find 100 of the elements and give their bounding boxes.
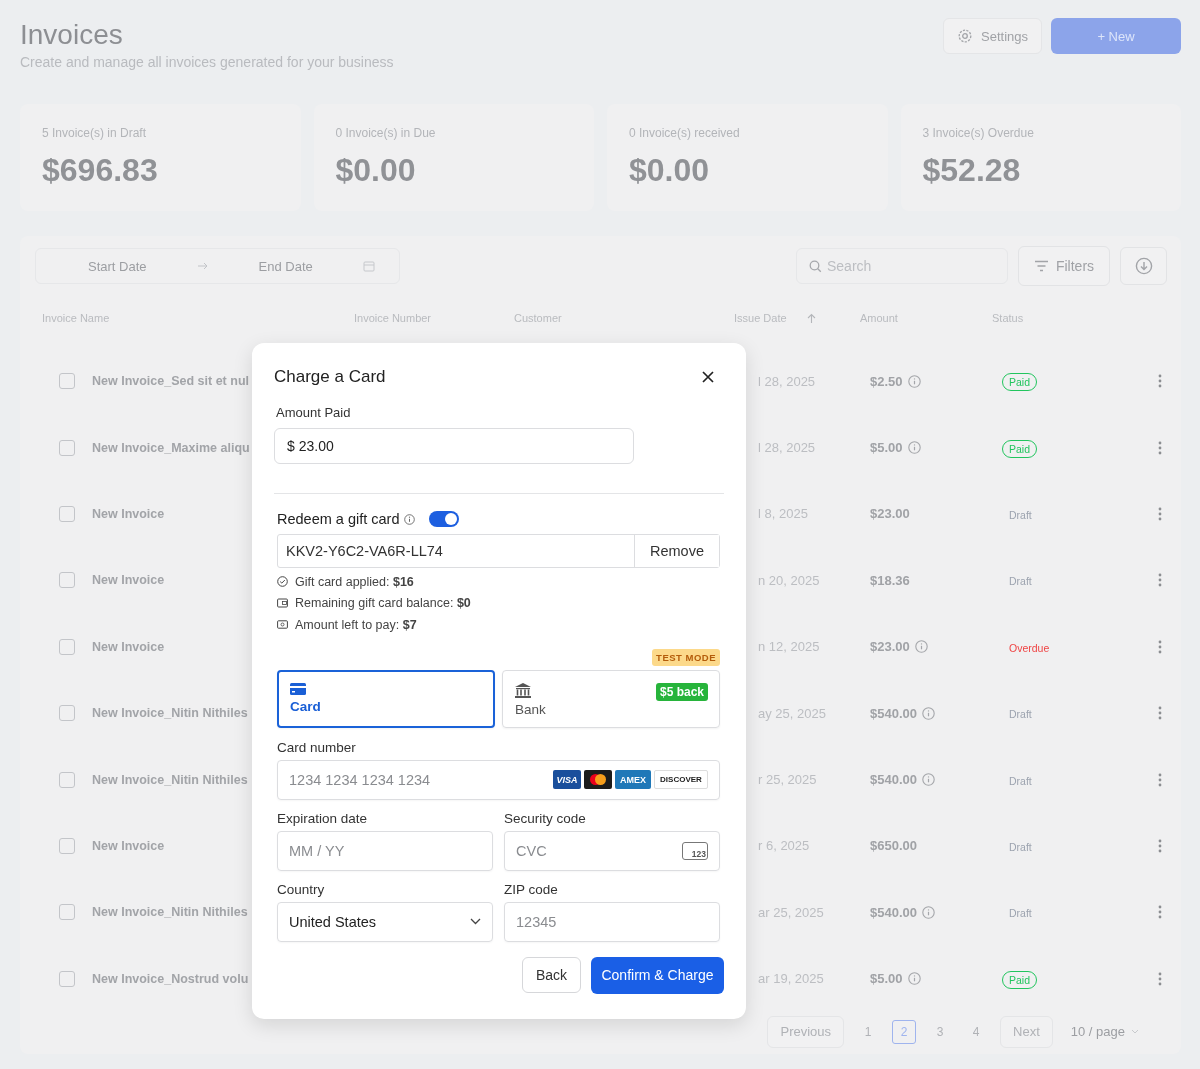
info-icon[interactable] — [907, 972, 921, 986]
invoice-name: New Invoice_Maxime aliqu — [92, 440, 251, 455]
close-icon[interactable] — [702, 371, 714, 383]
status-tag: Draft — [1002, 572, 1039, 591]
info-icon[interactable] — [907, 441, 921, 455]
previous-button[interactable]: Previous — [767, 1015, 845, 1048]
arrow-right-icon — [196, 262, 209, 270]
more-options-icon[interactable] — [1158, 838, 1162, 853]
info-icon[interactable] — [922, 773, 935, 787]
stat-label: 5 Invoice(s) in Draft — [42, 126, 148, 140]
payment-method-tab[interactable]: Bank $5 back — [502, 669, 720, 728]
gift-card-label: Redeem a gift card — [277, 511, 400, 527]
settings-button[interactable]: Settings — [943, 18, 1042, 54]
row-checkbox[interactable] — [59, 638, 75, 655]
row-checkbox[interactable] — [59, 970, 75, 987]
more-options-icon[interactable] — [1158, 374, 1162, 389]
more-options-icon[interactable] — [1158, 639, 1162, 654]
card-number-label: Card number — [277, 739, 357, 755]
expiration-field[interactable]: MM / YY — [277, 830, 493, 871]
info-icon[interactable] — [922, 905, 935, 919]
visa-logo: VISA — [553, 770, 581, 789]
gift-card-summary: Amount left to pay: $7 — [295, 617, 417, 632]
row-checkbox[interactable] — [59, 705, 75, 722]
row-checkbox[interactable] — [59, 771, 75, 788]
row-checkbox[interactable] — [59, 904, 75, 921]
sort-arrow-icon[interactable] — [806, 312, 816, 324]
country-select[interactable]: United States — [277, 901, 493, 942]
page-title: Invoices — [20, 18, 124, 52]
row-checkbox[interactable] — [59, 439, 75, 456]
invoice-name: New Invoice_Nitin Nithiles — [92, 706, 249, 721]
stat-amount: $0.00 — [629, 152, 711, 189]
page-number[interactable]: 1 — [856, 1019, 881, 1044]
invoice-name: New Invoice — [92, 573, 166, 588]
more-options-icon[interactable] — [1158, 971, 1162, 986]
back-button[interactable]: Back — [522, 956, 581, 993]
row-checkbox[interactable] — [59, 505, 75, 522]
security-code-field[interactable]: CVC 123 — [504, 830, 720, 871]
row-checkbox[interactable] — [59, 572, 75, 589]
row-checkbox[interactable] — [59, 373, 75, 390]
expiration-label: Expiration date — [277, 810, 369, 826]
invoice-name: New Invoice — [92, 506, 166, 521]
wallet-icon — [277, 598, 288, 609]
test-mode-badge: TEST MODE — [652, 648, 720, 666]
more-options-icon[interactable] — [1158, 440, 1162, 455]
more-options-icon[interactable] — [1158, 506, 1162, 521]
settings-icon — [957, 28, 973, 44]
security-code-label: Security code — [504, 810, 587, 826]
status-tag: Draft — [1002, 771, 1039, 790]
filter-icon — [1033, 260, 1049, 272]
page-number[interactable]: 3 — [928, 1019, 953, 1044]
page-number[interactable]: 2 — [892, 1019, 917, 1044]
page-size-select[interactable]: 10 / page — [1064, 1015, 1145, 1048]
more-options-icon[interactable] — [1158, 772, 1162, 787]
end-date-placeholder: End Date — [258, 258, 313, 274]
amount-field[interactable]: $ 23.00 — [274, 428, 634, 464]
download-button[interactable] — [1120, 247, 1167, 285]
amount: $540.00 — [870, 904, 917, 920]
zip-code-field[interactable]: 12345 — [504, 901, 720, 942]
stat-label: 0 Invoice(s) received — [629, 126, 741, 140]
payment-method-tab[interactable]: Card — [277, 669, 495, 728]
row-checkbox[interactable] — [59, 837, 75, 854]
chevron-down-icon — [470, 918, 481, 925]
confirm-charge-button[interactable]: Confirm & Charge — [591, 956, 724, 994]
filters-button[interactable]: Filters — [1018, 246, 1110, 286]
amount: $5.00 — [870, 440, 903, 456]
new-button[interactable]: + New — [1051, 18, 1181, 54]
invoice-name: New Invoice_Nitin Nithiles — [92, 905, 249, 920]
amount: $18.36 — [870, 572, 910, 588]
cashback-badge: $5 back — [655, 682, 708, 701]
start-date-placeholder: Start Date — [88, 258, 147, 274]
stat-label: 3 Invoice(s) Overdue — [922, 126, 1035, 140]
download-icon — [1134, 257, 1153, 275]
card-number-field[interactable]: 1234 1234 1234 1234 VISA AMEX DISCOVER — [277, 759, 720, 800]
date-range-field[interactable]: Start Date End Date — [35, 248, 400, 284]
invoice-name: New Invoice — [92, 838, 166, 853]
more-options-icon[interactable] — [1158, 573, 1162, 588]
info-icon[interactable] — [922, 706, 935, 720]
credit-card-icon — [290, 682, 306, 695]
status-tag: Overdue — [1002, 638, 1057, 657]
bank-icon — [515, 682, 531, 698]
discover-logo: DISCOVER — [654, 770, 708, 789]
more-options-icon[interactable] — [1158, 905, 1162, 920]
check-circle-icon — [277, 576, 288, 588]
amount: $2.50 — [870, 373, 903, 389]
page-number[interactable]: 4 — [964, 1019, 989, 1044]
invoice-name: New Invoice_Nostrud volu — [92, 971, 250, 986]
info-icon[interactable] — [914, 640, 928, 654]
amount-label: Amount Paid — [276, 405, 352, 420]
more-options-icon[interactable] — [1158, 706, 1162, 721]
invoice-name: New Invoice_Nitin Nithiles — [92, 772, 249, 787]
info-icon[interactable] — [907, 374, 921, 388]
next-button[interactable]: Next — [1000, 1015, 1053, 1048]
zip-code-label: ZIP code — [504, 881, 559, 897]
banknote-icon — [277, 620, 288, 630]
calendar-icon — [362, 260, 375, 272]
amount: $540.00 — [870, 772, 917, 788]
gift-card-toggle[interactable] — [428, 511, 459, 527]
gift-card-summary: Gift card applied: $16 — [295, 574, 414, 589]
info-icon[interactable] — [403, 513, 415, 525]
status-tag: Draft — [1002, 505, 1039, 524]
